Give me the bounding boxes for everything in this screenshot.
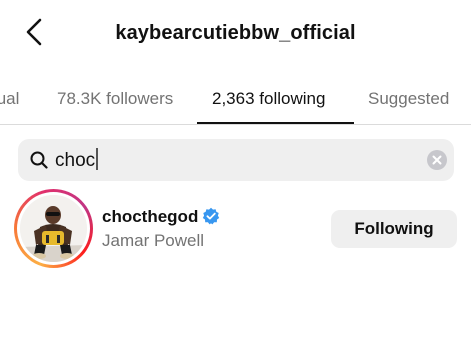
active-tab-indicator [197,122,354,124]
tab-following[interactable]: 2,363 following [212,88,325,110]
username[interactable]: chocthegod [102,206,220,228]
search-input-value: choc [55,150,96,171]
full-name: Jamar Powell [102,231,205,250]
verified-badge-icon [203,207,220,225]
story-ring[interactable] [14,189,93,268]
search-bar[interactable]: choc [18,139,454,181]
search-icon [30,151,48,169]
username-text: chocthegod [102,207,199,226]
tab-mutual[interactable]: tual [0,88,19,110]
back-button[interactable] [20,14,50,50]
tab-suggested[interactable]: Suggested [368,88,449,110]
chevron-left-icon [26,18,42,46]
x-icon [432,155,442,165]
following-button[interactable]: Following [331,210,457,248]
avatar [20,195,87,262]
avatar-image [20,195,87,262]
text-caret [96,148,98,170]
list-item[interactable]: chocthegod Jamar Powell Following [0,186,471,272]
page-title: kaybearcutiebbw_official [115,22,356,44]
header: kaybearcutiebbw_official [0,0,471,66]
tab-bar: tual 78.3K followers 2,363 following Sug… [0,66,471,125]
tab-followers[interactable]: 78.3K followers [57,88,173,110]
following-list-screen: kaybearcutiebbw_official tual 78.3K foll… [0,0,471,350]
clear-icon[interactable] [427,150,447,170]
search-input[interactable]: choc [55,148,98,173]
